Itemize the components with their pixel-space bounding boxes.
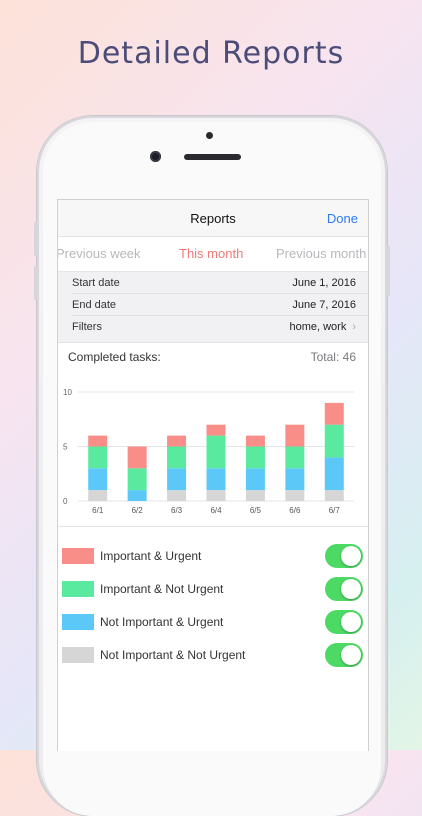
bar-segment bbox=[285, 490, 305, 501]
legend-label: Not Important & Urgent bbox=[100, 615, 224, 629]
bar-segment bbox=[167, 446, 187, 469]
toggle-knob bbox=[341, 645, 361, 665]
x-tick-label: 6/1 bbox=[92, 506, 104, 515]
page-title: Reports bbox=[190, 211, 236, 226]
toggle-knob bbox=[341, 546, 361, 566]
period-this-month[interactable]: This month bbox=[179, 246, 243, 261]
bar-segment bbox=[127, 446, 147, 469]
navigation-bar: Reports Done bbox=[58, 200, 368, 237]
period-previous-week[interactable]: Previous week bbox=[58, 246, 141, 261]
promo-headline: Detailed Reports bbox=[77, 36, 345, 71]
earpiece-speaker bbox=[184, 154, 241, 160]
category-toggle[interactable] bbox=[325, 610, 363, 634]
bar-segment bbox=[206, 424, 226, 436]
period-previous-month[interactable]: Previous month bbox=[276, 246, 366, 261]
x-tick-label: 6/5 bbox=[250, 506, 262, 515]
volume-down-button bbox=[34, 266, 37, 300]
legend-row: Important & Urgent bbox=[58, 540, 368, 573]
bar-segment bbox=[167, 490, 187, 501]
completed-tasks-chart: 0 5 10 6/1 6/2 6/3 6/4 6/5 6/6 6/7 bbox=[63, 388, 354, 515]
period-selector[interactable]: Previous week This month Previous month bbox=[58, 237, 368, 272]
bar-segment bbox=[245, 490, 265, 501]
front-camera-icon bbox=[150, 151, 161, 162]
bar-segment bbox=[285, 446, 305, 469]
bar-segment bbox=[206, 435, 226, 469]
start-date-label: Start date bbox=[72, 277, 120, 289]
bar-segment bbox=[206, 468, 226, 491]
bar-segment bbox=[88, 446, 108, 469]
color-swatch bbox=[62, 614, 94, 630]
x-tick-label: 6/2 bbox=[132, 506, 144, 515]
category-toggle[interactable] bbox=[325, 577, 363, 601]
legend-row: Not Important & Not Urgent bbox=[58, 639, 368, 672]
bar-segment bbox=[245, 468, 265, 491]
color-swatch bbox=[62, 548, 94, 564]
filters-value-group: home, work › bbox=[289, 321, 356, 333]
legend-row: Important & Not Urgent bbox=[58, 573, 368, 606]
x-tick-label: 6/4 bbox=[210, 506, 222, 515]
completed-tasks-heading: Completed tasks: bbox=[68, 350, 161, 364]
start-date-value: June 1, 2016 bbox=[292, 277, 356, 289]
reports-screen: Reports Done Previous week This month Pr… bbox=[57, 199, 369, 751]
bar-segment bbox=[167, 468, 187, 491]
bar-segment bbox=[127, 468, 147, 491]
bar-segment bbox=[127, 490, 147, 501]
toggle-knob bbox=[341, 579, 361, 599]
x-tick-label: 6/3 bbox=[171, 506, 183, 515]
filters-value: home, work bbox=[289, 321, 347, 333]
y-tick-label: 10 bbox=[63, 388, 72, 397]
x-tick-label: 6/7 bbox=[329, 506, 341, 515]
bar-segment bbox=[88, 435, 108, 447]
legend-row: Not Important & Urgent bbox=[58, 606, 368, 639]
start-date-row[interactable]: Start date June 1, 2016 bbox=[58, 272, 368, 294]
end-date-row[interactable]: End date June 7, 2016 bbox=[58, 294, 368, 316]
volume-up-button bbox=[34, 222, 37, 256]
end-date-value: June 7, 2016 bbox=[292, 299, 356, 311]
tasks-total: Total: 46 bbox=[310, 350, 356, 364]
filters-label: Filters bbox=[72, 321, 102, 333]
y-tick-label: 5 bbox=[63, 443, 68, 452]
bar-segment bbox=[245, 435, 265, 447]
bar-segment bbox=[88, 468, 108, 491]
bar-segment bbox=[285, 468, 305, 491]
bar-segment bbox=[324, 424, 344, 458]
bar-segment bbox=[206, 490, 226, 501]
bar-segment bbox=[324, 402, 344, 425]
category-toggle[interactable] bbox=[325, 643, 363, 667]
x-tick-label: 6/6 bbox=[289, 506, 301, 515]
power-button bbox=[387, 246, 390, 296]
color-swatch bbox=[62, 647, 94, 663]
toggle-knob bbox=[341, 612, 361, 632]
sensor-icon bbox=[206, 132, 213, 139]
bar-segment bbox=[324, 457, 344, 491]
legend-label: Important & Not Urgent bbox=[100, 582, 224, 596]
y-tick-label: 0 bbox=[63, 497, 68, 506]
bar-segment bbox=[167, 435, 187, 447]
done-button[interactable]: Done bbox=[327, 211, 358, 226]
category-toggle[interactable] bbox=[325, 544, 363, 568]
report-info: Start date June 1, 2016 End date June 7,… bbox=[58, 272, 368, 343]
filters-row[interactable]: Filters home, work › bbox=[58, 316, 368, 338]
bar-segment bbox=[285, 424, 305, 447]
end-date-label: End date bbox=[72, 299, 117, 311]
divider bbox=[58, 526, 368, 527]
legend-label: Important & Urgent bbox=[100, 549, 202, 563]
color-swatch bbox=[62, 581, 94, 597]
legend-label: Not Important & Not Urgent bbox=[100, 648, 246, 662]
bar-segment bbox=[88, 490, 108, 501]
chevron-right-icon: › bbox=[352, 321, 356, 333]
bar-segment bbox=[324, 490, 344, 501]
bar-segment bbox=[245, 446, 265, 469]
